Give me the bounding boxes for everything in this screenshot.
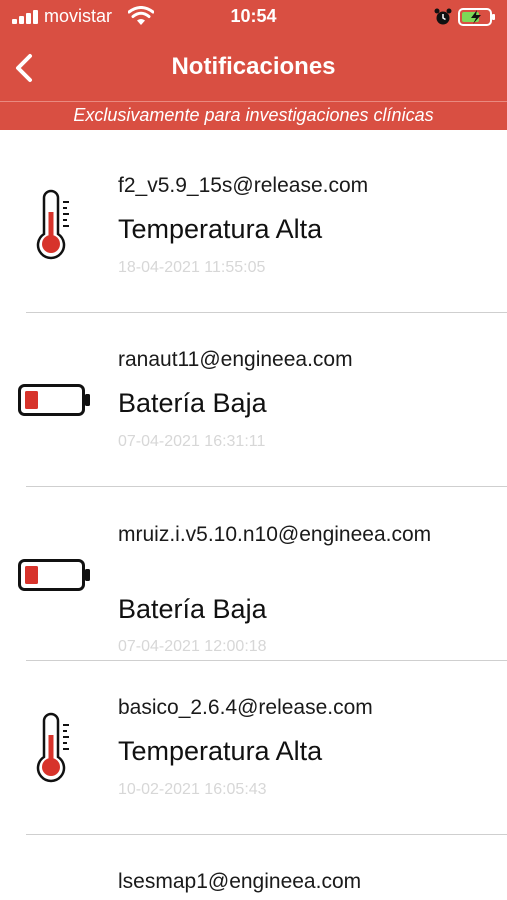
- app-header: movistar 10:54 Notificaciones Exclusivam…: [0, 0, 507, 130]
- notification-type: Temperatura Alta: [118, 214, 323, 244]
- list-item[interactable]: f2_v5.9_15s@release.com Temperatura Alta…: [0, 130, 507, 313]
- list-item[interactable]: ranaut11@engineea.com Batería Baja 07-04…: [0, 313, 507, 487]
- list-item[interactable]: lsesmap1@engineea.com: [0, 835, 507, 900]
- thermometer-icon: [36, 189, 69, 260]
- status-bar: movistar 10:54: [0, 0, 507, 34]
- notification-type: Temperatura Alta: [118, 736, 323, 766]
- notification-email: lsesmap1@engineea.com: [118, 870, 362, 893]
- status-time: 10:54: [230, 6, 277, 26]
- notification-timestamp: 18-04-2021 11:55:05: [118, 259, 266, 276]
- alarm-icon: [434, 8, 452, 25]
- notification-timestamp: 07-04-2021 16:31:11: [118, 433, 266, 450]
- notification-email: f2_v5.9_15s@release.com: [118, 174, 369, 197]
- notification-email: mruiz.i.v5.10.n10@engineea.com: [118, 523, 432, 546]
- page-title: Notificaciones: [171, 53, 336, 80]
- list-item[interactable]: mruiz.i.v5.10.n10@engineea.com Batería B…: [0, 487, 507, 661]
- battery-low-icon: [18, 559, 90, 591]
- nav-bar: Notificaciones: [0, 44, 507, 92]
- notification-type: Batería Baja: [118, 594, 267, 624]
- notification-type: Batería Baja: [118, 388, 267, 418]
- list-item[interactable]: basico_2.6.4@release.com Temperatura Alt…: [0, 661, 507, 835]
- thermometer-icon: [36, 712, 69, 783]
- notification-timestamp: 10-02-2021 16:05:43: [118, 781, 267, 798]
- disclaimer-text: Exclusivamente para investigaciones clín…: [73, 105, 434, 125]
- battery-low-icon: [18, 384, 90, 416]
- notification-email: basico_2.6.4@release.com: [118, 696, 373, 719]
- header-divider: [0, 101, 507, 102]
- battery-charging-icon: [458, 8, 495, 26]
- notification-email: ranaut11@engineea.com: [118, 348, 353, 371]
- notification-timestamp: 07-04-2021 12:00:18: [118, 638, 267, 655]
